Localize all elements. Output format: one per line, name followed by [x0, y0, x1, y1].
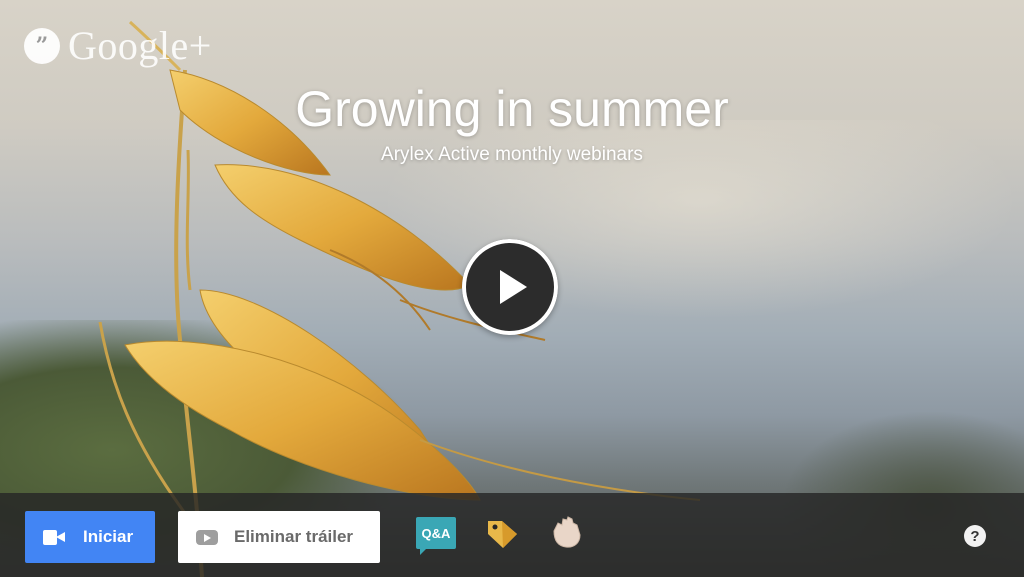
play-icon: [500, 270, 527, 304]
event-subtitle: Arylex Active monthly webinars: [381, 144, 643, 165]
remove-trailer-label: Eliminar tráiler: [234, 527, 354, 546]
remove-trailer-button[interactable]: Eliminar tráiler: [178, 511, 380, 563]
hangout-on-air-player: ” Google+ Growing in summer Arylex Activ…: [0, 0, 1024, 577]
tag-app-icon[interactable]: [484, 515, 520, 551]
start-broadcast-label: Iniciar: [83, 527, 134, 546]
youtube-icon: [196, 529, 218, 545]
control-toolbar: Iniciar Eliminar tráiler Q&A ?: [0, 493, 1024, 577]
raise-hand-icon[interactable]: [546, 513, 586, 553]
start-broadcast-button[interactable]: Iniciar: [25, 511, 155, 563]
brand-name: Google+: [68, 23, 212, 68]
help-icon[interactable]: ?: [964, 525, 986, 547]
hangouts-quote-icon: ”: [24, 27, 60, 64]
event-title: Growing in summer: [295, 81, 729, 137]
qa-app-icon[interactable]: Q&A: [416, 517, 456, 555]
play-button[interactable]: [462, 239, 558, 335]
video-camera-icon: [43, 529, 65, 545]
google-plus-logo: ” Google+: [24, 22, 212, 69]
qa-app-label: Q&A: [421, 525, 451, 541]
